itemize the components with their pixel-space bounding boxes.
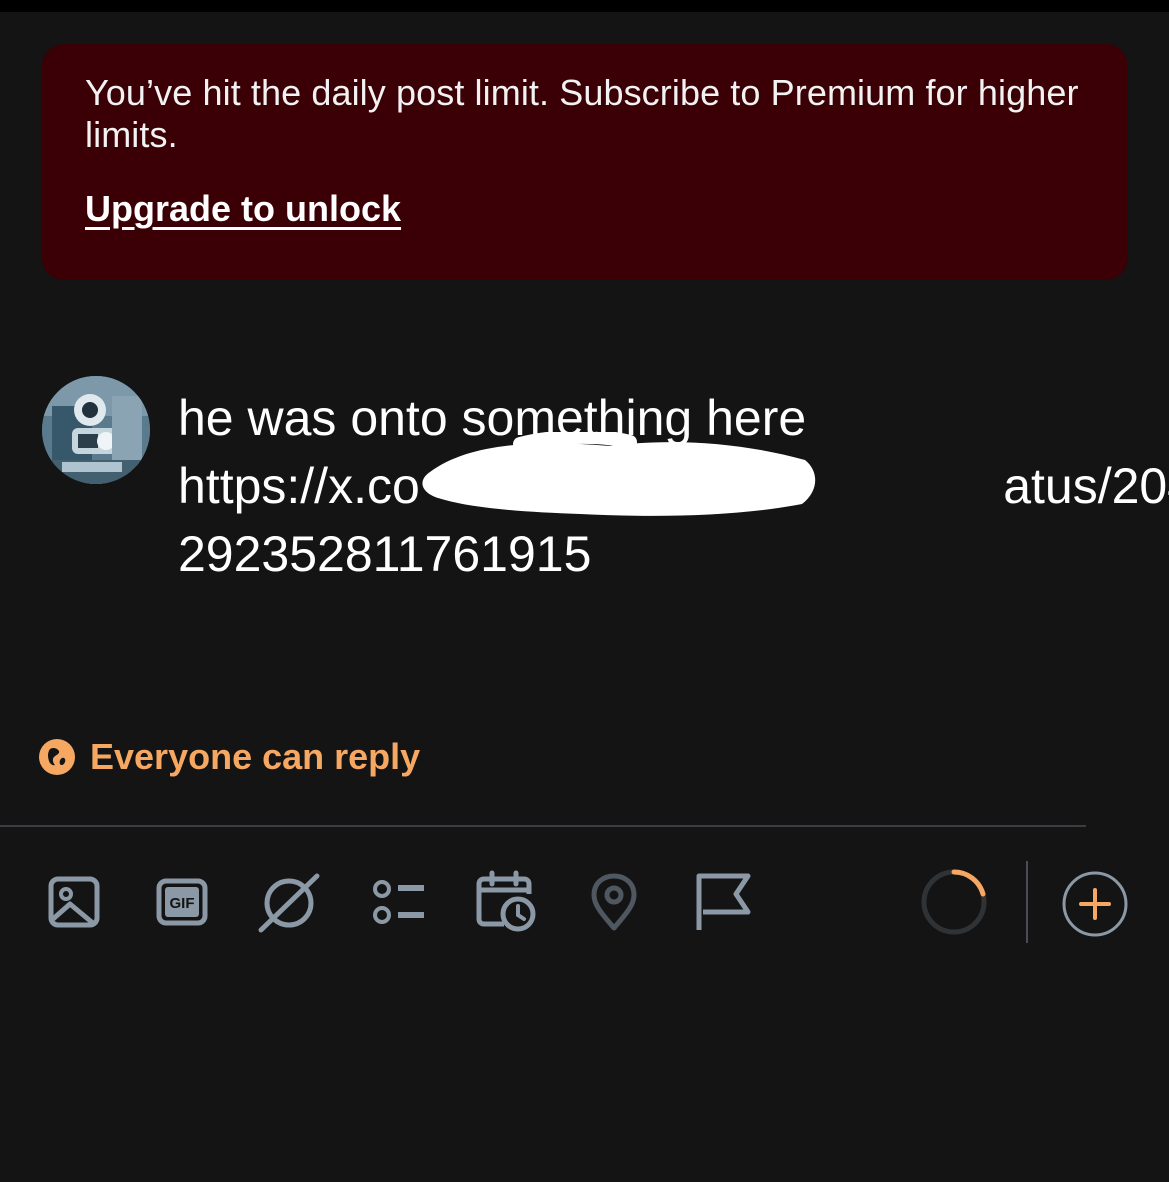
add-post-button[interactable] [1061,870,1129,938]
gif-icon: GIF [156,878,208,926]
gif-button[interactable]: GIF [150,870,214,934]
post-limit-banner: You’ve hit the daily post limit. Subscri… [42,44,1128,280]
upgrade-link[interactable]: Upgrade to unlock [85,188,401,230]
character-count-ring [920,868,988,936]
location-icon [591,873,637,931]
schedule-button[interactable] [474,870,538,934]
status-bar-edge [0,0,1169,12]
post-text[interactable]: he was onto something here https://x.co … [178,384,1169,588]
grok-icon [258,873,320,933]
toolbar-separator [1026,861,1028,943]
grok-button[interactable] [257,870,321,934]
schedule-icon [476,870,536,932]
poll-button[interactable] [366,870,430,934]
flag-icon [696,873,751,930]
flag-button[interactable] [690,870,754,934]
user-avatar-image [42,376,150,484]
location-button[interactable] [582,870,646,934]
post-limit-message: You’ve hit the daily post limit. Subscri… [85,72,1079,155]
post-text-line: he was onto something here [178,390,807,446]
image-button[interactable] [42,870,106,934]
reply-setting-label: Everyone can reply [90,736,421,777]
character-count-ring-icon [921,869,987,935]
reply-setting-button[interactable]: Everyone can reply [38,736,420,778]
gif-label: GIF [170,895,195,912]
post-text-line: https://x.co atus/2042 [178,458,1169,514]
image-icon [48,876,100,928]
post-text-line: 292352811761915 [178,526,592,582]
globe-icon [39,739,75,775]
add-post-icon [1062,871,1128,937]
poll-icon [373,880,424,924]
compose-divider [0,825,1086,827]
avatar[interactable] [42,376,150,484]
